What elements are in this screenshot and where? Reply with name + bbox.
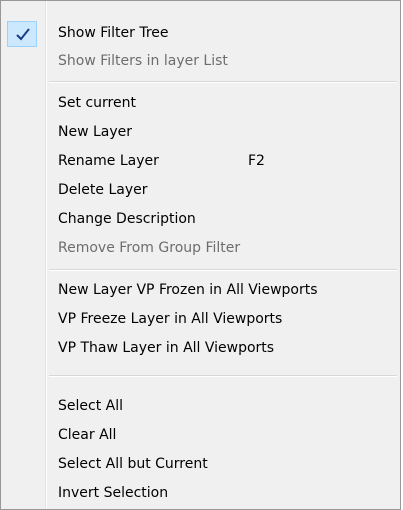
menu-item-invert-selection[interactable]: Invert Selection [3, 478, 398, 508]
menu-item-select-all-but-current[interactable]: Select All but Current [3, 449, 398, 479]
menu-item-label: Invert Selection [58, 485, 169, 501]
menu-item-label: Remove From Group Filter [58, 240, 241, 256]
menu-item-label: Select All but Current [58, 456, 208, 472]
menu-item-label: Show Filters in layer List [58, 53, 228, 69]
menu-item-label: Select All [58, 398, 123, 414]
checkmark-icon [16, 28, 30, 41]
menu-item-vp-freeze-layer[interactable]: VP Freeze Layer in All Viewports [3, 304, 398, 334]
menu-separator [49, 81, 397, 83]
menu-item-shortcut: F2 [248, 153, 265, 169]
menu-item-delete-layer[interactable]: Delete Layer [3, 175, 398, 205]
menu-item-label: Change Description [58, 211, 196, 227]
menu-item-set-current[interactable]: Set current [3, 88, 398, 118]
menu-item-label: New Layer VP Frozen in All Viewports [58, 282, 318, 298]
menu-item-label: Rename Layer [58, 153, 159, 169]
menu-item-label: VP Thaw Layer in All Viewports [58, 340, 275, 356]
checked-indicator [7, 21, 37, 47]
menu-item-label: New Layer [58, 124, 133, 140]
menu-item-change-description[interactable]: Change Description [3, 204, 398, 234]
menu-item-new-layer[interactable]: New Layer [3, 117, 398, 147]
layer-context-menu: Show Filter Tree Show Filters in layer L… [0, 0, 401, 510]
menu-item-rename-layer[interactable]: Rename Layer F2 [3, 146, 398, 176]
menu-separator [49, 375, 397, 377]
menu-separator [49, 269, 397, 271]
menu-item-show-filter-tree[interactable]: Show Filter Tree [3, 18, 398, 48]
menu-item-label: Show Filter Tree [58, 25, 169, 41]
menu-item-label: Delete Layer [58, 182, 148, 198]
menu-item-label: Set current [58, 95, 136, 111]
menu-item-remove-from-group-filter[interactable]: Remove From Group Filter [3, 233, 398, 263]
menu-item-select-all[interactable]: Select All [3, 391, 398, 421]
menu-item-label: VP Freeze Layer in All Viewports [58, 311, 283, 327]
menu-item-clear-all[interactable]: Clear All [3, 420, 398, 450]
menu-item-vp-thaw-layer[interactable]: VP Thaw Layer in All Viewports [3, 333, 398, 363]
menu-item-show-filters-in-layer-list[interactable]: Show Filters in layer List [3, 46, 398, 76]
menu-item-label: Clear All [58, 427, 117, 443]
menu-item-new-layer-vp-frozen[interactable]: New Layer VP Frozen in All Viewports [3, 275, 398, 305]
